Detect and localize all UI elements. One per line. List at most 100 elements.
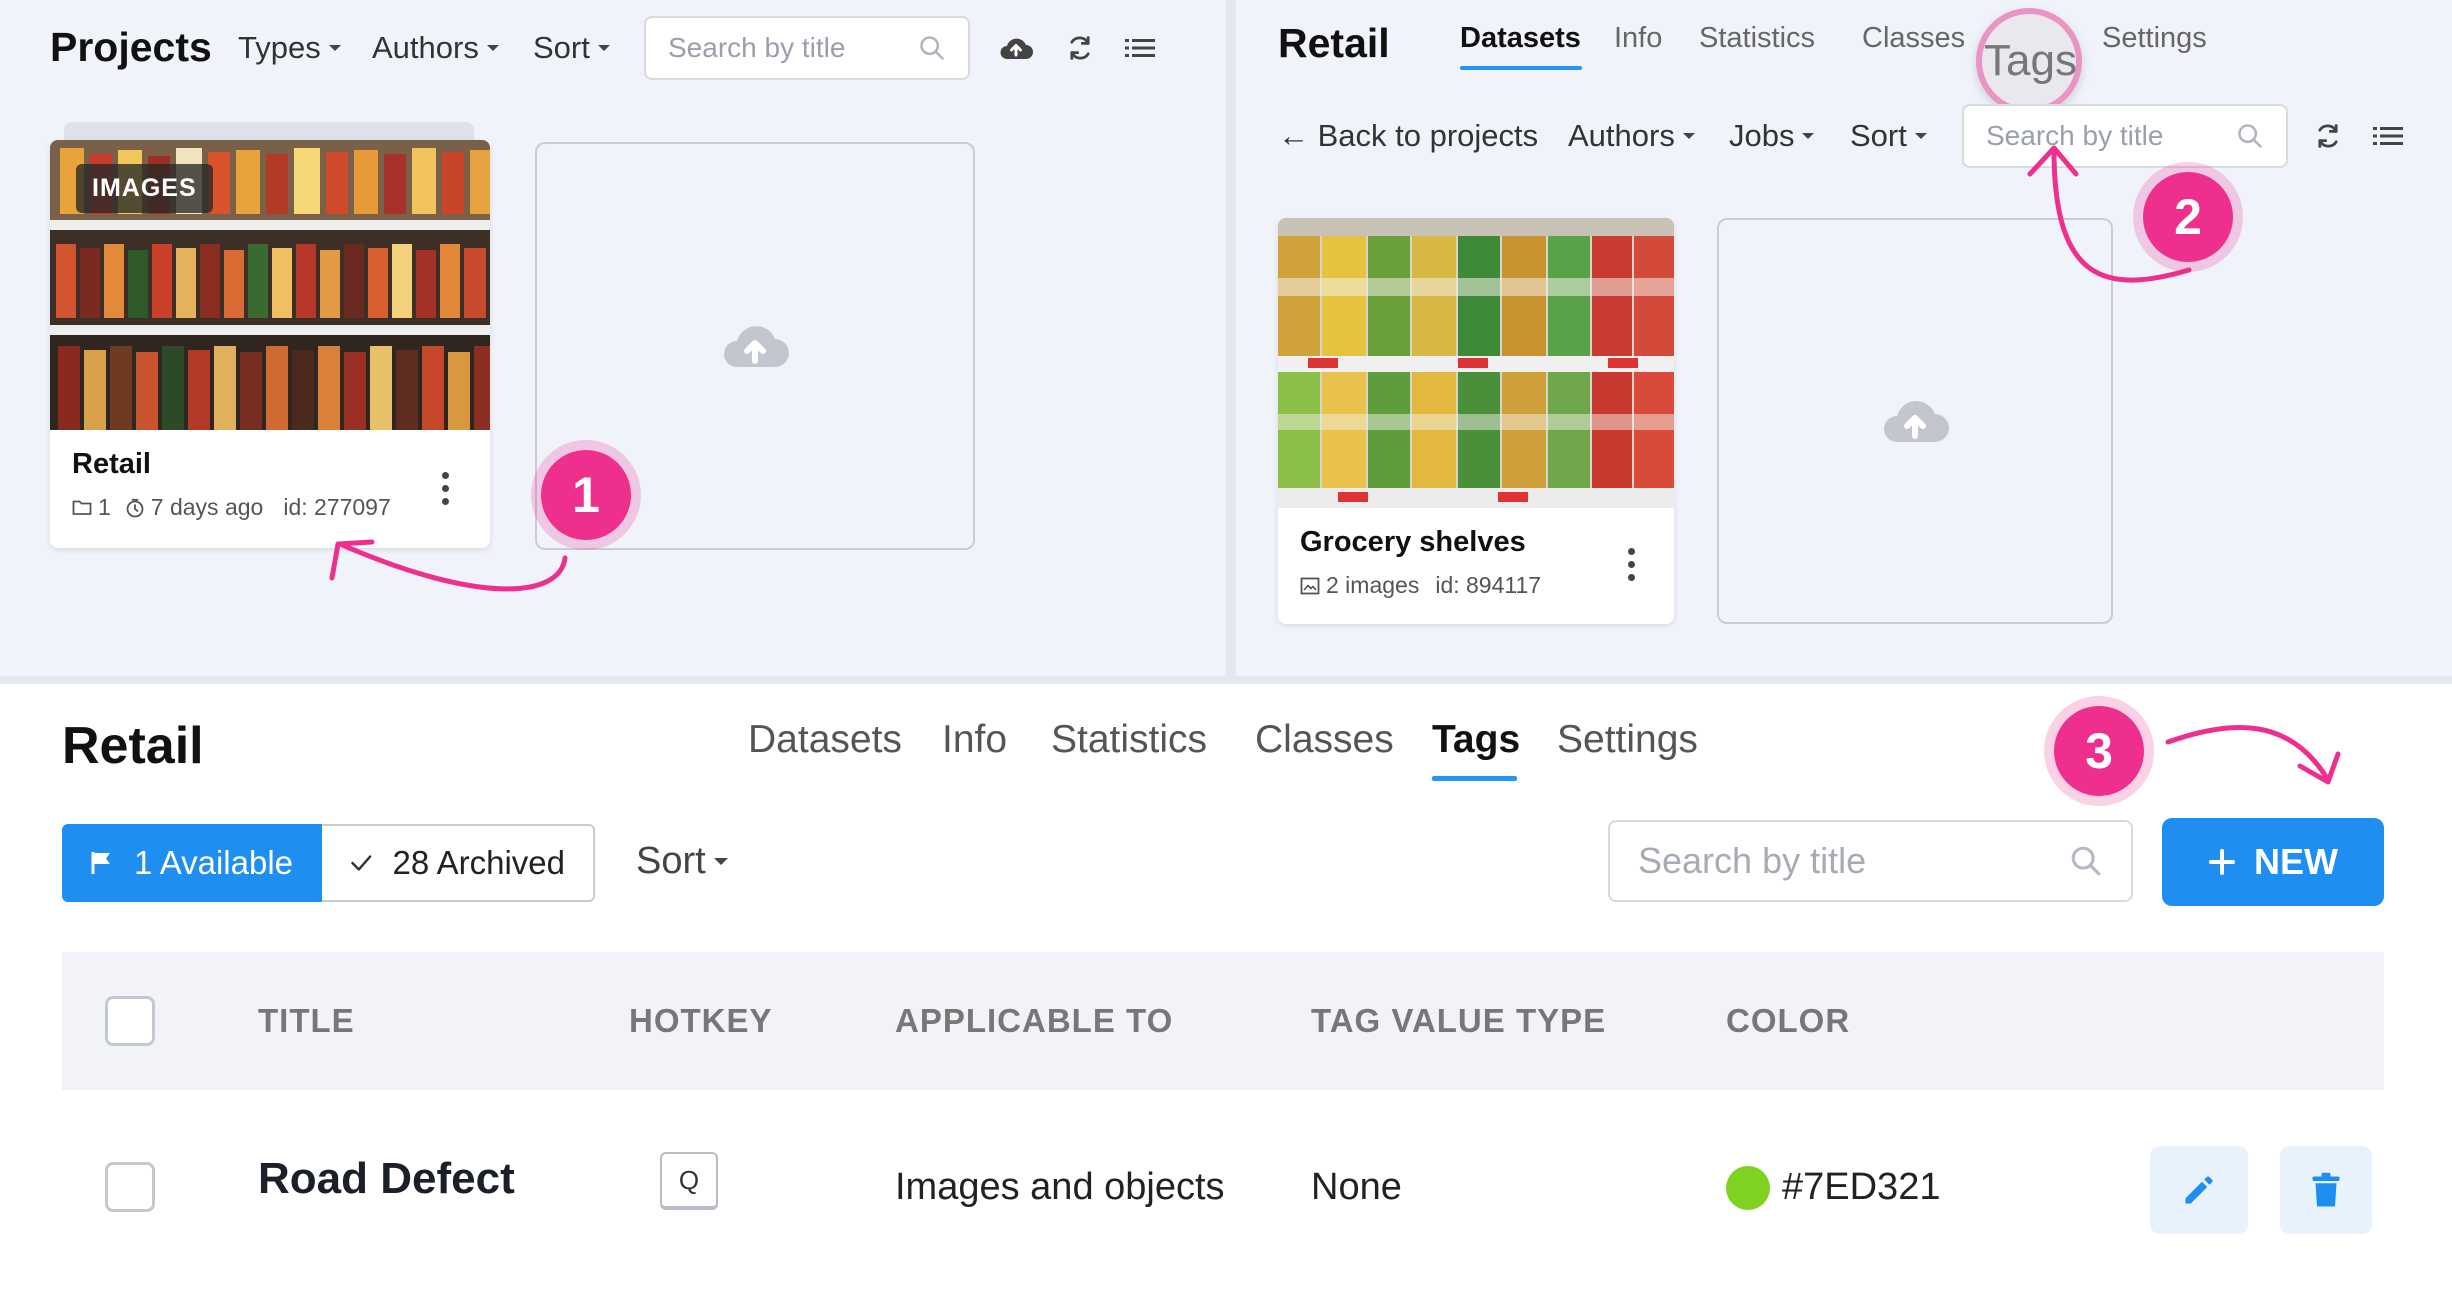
available-label: 1 Available	[134, 844, 294, 881]
tab-statistics[interactable]: Statistics	[1699, 22, 1815, 55]
new-tag-button[interactable]: NEW	[2162, 818, 2384, 906]
dataset-count: 1	[98, 494, 111, 520]
pencil-icon	[2185, 1176, 2213, 1204]
refresh-icon[interactable]	[1058, 26, 1102, 70]
tab-info[interactable]: Info	[1614, 22, 1662, 55]
folder-icon	[72, 500, 92, 515]
sort-label: Sort	[636, 840, 706, 882]
edit-tag-button[interactable]	[2150, 1146, 2248, 1234]
caret-down-icon	[486, 45, 499, 51]
search-placeholder: Search by title	[668, 32, 846, 63]
column-tag-value-type: TAG VALUE TYPE	[1311, 1002, 1607, 1039]
caret-down-icon	[597, 45, 610, 51]
tab-tags-magnified[interactable]: Tags	[1984, 36, 2077, 86]
tag-title: Road Defect	[258, 1154, 515, 1203]
dataset-name: Grocery shelves	[1300, 526, 1526, 558]
tab-settings[interactable]: Settings	[1557, 718, 1698, 762]
tab-info[interactable]: Info	[942, 718, 1007, 762]
tab-classes[interactable]: Classes	[1862, 22, 1965, 55]
select-all-checkbox[interactable]	[105, 996, 155, 1046]
retail-title: Retail	[1278, 20, 1390, 66]
table-row: Road Defect Q Images and objects None #7…	[62, 1110, 2384, 1270]
plus-icon	[2209, 849, 2235, 875]
list-view-icon[interactable]	[1118, 26, 1162, 70]
archived-label: 28 Archived	[392, 844, 565, 881]
project-name: Retail	[72, 448, 151, 480]
search-icon	[2071, 846, 2101, 876]
types-filter[interactable]: Types	[238, 30, 341, 66]
dataset-thumbnail	[1278, 218, 1674, 508]
row-checkbox[interactable]	[105, 1162, 155, 1212]
image-count: 2 images	[1326, 572, 1420, 598]
tab-datasets[interactable]: Datasets	[748, 718, 902, 762]
caret-down-icon	[1914, 133, 1927, 139]
types-filter-label: Types	[238, 30, 321, 65]
search-placeholder: Search by title	[1638, 840, 1867, 881]
images-type-badge: IMAGES	[76, 164, 213, 213]
project-card-retail[interactable]: IMAGES Retail 1 7 days ago id: 277097	[50, 140, 490, 548]
curved-arrow-1	[329, 539, 568, 592]
upload-cloud-icon	[724, 326, 789, 367]
delete-tag-button[interactable]	[2280, 1146, 2372, 1234]
projects-panel: Projects Types Authors Sort Search by ti…	[0, 0, 1226, 676]
search-icon	[920, 36, 944, 60]
step-1-badge: 1	[541, 450, 631, 540]
tags-search-input[interactable]: Search by title	[1608, 820, 2133, 902]
authors-filter-label: Authors	[372, 30, 479, 65]
step-2-badge: 2	[2143, 172, 2233, 262]
project-age: 7 days ago	[150, 494, 264, 520]
column-title[interactable]: TITLE	[258, 1002, 355, 1040]
sort-filter[interactable]: Sort	[533, 30, 610, 66]
curved-arrow-3	[2165, 724, 2341, 785]
projects-title: Projects	[50, 24, 212, 70]
tab-tags[interactable]: Tags	[1432, 718, 1520, 762]
project-id: id: 277097	[283, 494, 391, 520]
check-icon	[351, 855, 372, 871]
sort-filter-label: Sort	[533, 30, 590, 65]
active-tab-indicator	[1432, 776, 1517, 781]
authors-filter-label: Authors	[1568, 118, 1675, 153]
image-icon	[1300, 577, 1320, 594]
more-options-icon[interactable]	[440, 472, 450, 505]
back-to-projects-link[interactable]: ← Back to projects	[1278, 118, 1538, 154]
cans-image	[1278, 218, 1674, 508]
list-view-icon[interactable]	[2366, 114, 2410, 158]
caret-down-icon	[328, 45, 341, 51]
projects-search-input[interactable]: Search by title	[644, 16, 970, 80]
color-swatch	[1726, 1166, 1770, 1210]
dataset-card-grocery-shelves[interactable]: Grocery shelves 2 images id: 894117	[1278, 218, 1674, 624]
tab-settings[interactable]: Settings	[2102, 22, 2207, 55]
authors-filter[interactable]: Authors	[1568, 118, 1695, 154]
jobs-filter[interactable]: Jobs	[1729, 118, 1815, 154]
section-divider	[0, 676, 2452, 684]
authors-filter[interactable]: Authors	[372, 30, 499, 66]
panel-divider	[1226, 0, 1236, 676]
dataset-id: id: 894117	[1435, 572, 1542, 598]
tab-classes[interactable]: Classes	[1255, 718, 1394, 762]
search-icon	[2238, 124, 2262, 148]
upload-cloud-icon[interactable]	[994, 26, 1038, 70]
tag-value-type-value: None	[1311, 1166, 1402, 1208]
tab-datasets[interactable]: Datasets	[1460, 22, 1581, 55]
column-hotkey: HOTKEY	[629, 1002, 773, 1039]
sort-filter-label: Sort	[1850, 118, 1907, 153]
archived-filter-button[interactable]: 28 Archived	[322, 824, 595, 902]
project-thumbnail: IMAGES	[50, 140, 490, 430]
project-meta: 1 7 days ago id: 277097	[72, 494, 391, 521]
retail-datasets-panel: Retail Datasets Info Statistics Classes …	[1236, 0, 2452, 676]
jobs-filter-label: Jobs	[1729, 118, 1795, 153]
column-applicable-to: APPLICABLE TO	[895, 1002, 1174, 1039]
clock-icon	[126, 498, 144, 517]
sort-dropdown[interactable]: Sort	[636, 840, 728, 883]
applicable-to-value: Images and objects	[895, 1166, 1225, 1208]
tab-statistics[interactable]: Statistics	[1051, 718, 1207, 762]
caret-down-icon	[1802, 133, 1815, 139]
refresh-icon[interactable]	[2306, 114, 2350, 158]
step-3-badge: 3	[2054, 706, 2144, 796]
more-options-icon[interactable]	[1626, 548, 1636, 581]
new-button-label: NEW	[2254, 841, 2338, 882]
caret-down-icon	[1682, 133, 1695, 139]
sort-filter[interactable]: Sort	[1850, 118, 1927, 154]
dataset-meta: 2 images id: 894117	[1300, 572, 1541, 599]
available-filter-button[interactable]: 1 Available	[62, 824, 322, 902]
